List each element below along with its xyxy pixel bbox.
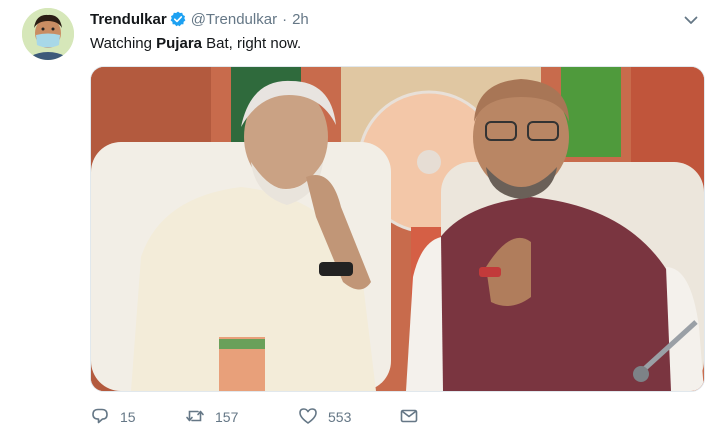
heart-icon (298, 406, 318, 429)
verified-badge-icon (170, 11, 186, 27)
timestamp[interactable]: 2h (292, 11, 309, 28)
separator-dot: · (282, 10, 288, 28)
tweet-photo[interactable] (90, 66, 705, 392)
retweet-button[interactable]: 157 (185, 406, 298, 429)
reply-icon (90, 406, 110, 429)
retweet-count: 157 (215, 409, 239, 425)
envelope-icon (399, 406, 419, 429)
tweet-actions: 15 157 553 (90, 404, 419, 430)
chevron-down-icon[interactable] (683, 12, 699, 28)
tweet-text-bold: Pujara (156, 35, 202, 52)
retweet-icon (185, 406, 205, 429)
author-name[interactable]: Trendulkar (90, 11, 167, 28)
dm-button[interactable] (399, 406, 419, 429)
tweet-text: Watching Pujara Bat, right now. (90, 35, 301, 52)
author-handle[interactable]: @Trendulkar (191, 11, 277, 28)
like-button[interactable]: 553 (298, 406, 399, 429)
tweet-text-suffix: Bat, right now. (202, 35, 302, 52)
avatar[interactable] (22, 8, 74, 60)
reply-button[interactable]: 15 (90, 406, 185, 429)
tweet-header: Trendulkar @Trendulkar · 2h (90, 9, 309, 29)
reply-count: 15 (120, 409, 136, 425)
like-count: 553 (328, 409, 352, 425)
tweet-text-prefix: Watching (90, 35, 157, 52)
tweet-card[interactable]: Trendulkar @Trendulkar · 2h Watching Puj… (0, 0, 720, 442)
